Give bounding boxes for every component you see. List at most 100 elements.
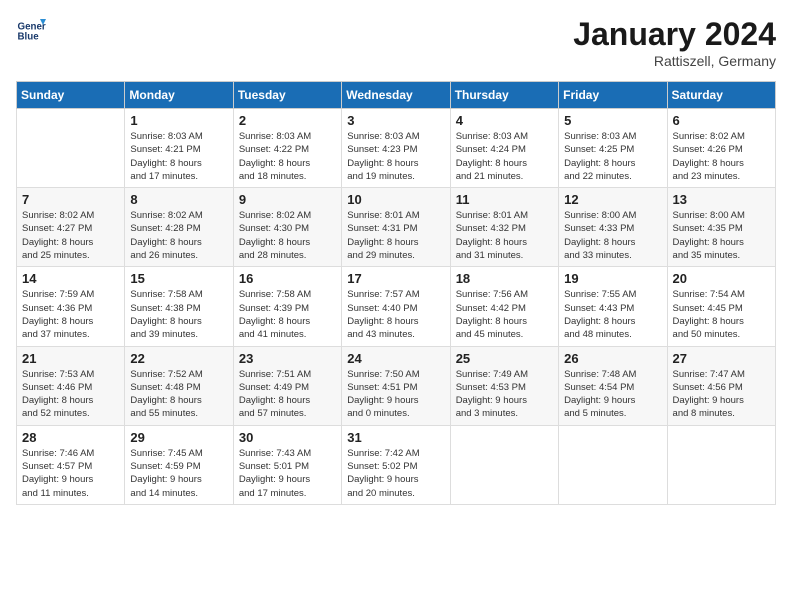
calendar-table: Sunday Monday Tuesday Wednesday Thursday… bbox=[16, 81, 776, 505]
day-info: Sunrise: 7:58 AMSunset: 4:39 PMDaylight:… bbox=[239, 288, 336, 341]
calendar-cell: 17Sunrise: 7:57 AMSunset: 4:40 PMDayligh… bbox=[342, 267, 450, 346]
day-number: 18 bbox=[456, 271, 553, 286]
day-info: Sunrise: 7:51 AMSunset: 4:49 PMDaylight:… bbox=[239, 368, 336, 421]
calendar-cell: 25Sunrise: 7:49 AMSunset: 4:53 PMDayligh… bbox=[450, 346, 558, 425]
day-number: 29 bbox=[130, 430, 227, 445]
day-info: Sunrise: 7:49 AMSunset: 4:53 PMDaylight:… bbox=[456, 368, 553, 421]
calendar-cell: 29 Sunrise: 7:45 AMSunset: 4:59 PMDayligh… bbox=[125, 425, 233, 504]
header-friday: Friday bbox=[559, 82, 667, 109]
day-info: Sunrise: 7:52 AMSunset: 4:48 PMDaylight:… bbox=[130, 368, 227, 421]
day-number: 6 bbox=[673, 113, 770, 128]
day-number: 4 bbox=[456, 113, 553, 128]
calendar-cell: 13 Sunrise: 8:00 AMSunset: 4:35 PMDayligh… bbox=[667, 188, 775, 267]
day-info: Sunrise: 8:03 AMSunset: 4:22 PMDaylight:… bbox=[239, 130, 336, 183]
day-number: 28 bbox=[22, 430, 119, 445]
calendar-cell: 31 Sunrise: 7:42 AMSunset: 5:02 PMDayligh… bbox=[342, 425, 450, 504]
day-info: Sunrise: 7:47 AMSunset: 4:56 PMDaylight:… bbox=[673, 368, 770, 421]
day-number: 11 bbox=[456, 192, 553, 207]
calendar-cell: 26 Sunrise: 7:48 AMSunset: 4:54 PMDayligh… bbox=[559, 346, 667, 425]
day-number: 21 bbox=[22, 351, 119, 366]
page-header: General Blue General Blue January 2024 R… bbox=[16, 16, 776, 69]
calendar-cell: 19Sunrise: 7:55 AMSunset: 4:43 PMDayligh… bbox=[559, 267, 667, 346]
day-number: 1 bbox=[130, 113, 227, 128]
day-info: Sunrise: 7:59 AMSunset: 4:36 PMDaylight:… bbox=[22, 288, 119, 341]
calendar-cell: 10 Sunrise: 8:01 AMSunset: 4:31 PMDayligh… bbox=[342, 188, 450, 267]
day-number: 22 bbox=[130, 351, 227, 366]
calendar-cell: 20Sunrise: 7:54 AMSunset: 4:45 PMDayligh… bbox=[667, 267, 775, 346]
day-info: Sunrise: 8:03 AMSunset: 4:25 PMDaylight:… bbox=[564, 130, 661, 183]
day-number: 14 bbox=[22, 271, 119, 286]
calendar-cell: 28 Sunrise: 7:46 AMSunset: 4:57 PMDayligh… bbox=[17, 425, 125, 504]
day-info: Sunrise: 7:46 AMSunset: 4:57 PMDaylight:… bbox=[22, 447, 119, 500]
calendar-cell: 30 Sunrise: 7:43 AMSunset: 5:01 PMDayligh… bbox=[233, 425, 341, 504]
day-info: Sunrise: 7:45 AMSunset: 4:59 PMDaylight:… bbox=[130, 447, 227, 500]
calendar-cell: 9 Sunrise: 8:02 AMSunset: 4:30 PMDaylight… bbox=[233, 188, 341, 267]
calendar-cell: 15 Sunrise: 7:58 AMSunset: 4:38 PMDayligh… bbox=[125, 267, 233, 346]
day-info: Sunrise: 7:48 AMSunset: 4:54 PMDaylight:… bbox=[564, 368, 661, 421]
logo: General Blue General Blue bbox=[16, 16, 46, 46]
header-sunday: Sunday bbox=[17, 82, 125, 109]
day-info: Sunrise: 8:02 AMSunset: 4:27 PMDaylight:… bbox=[22, 209, 119, 262]
calendar-cell bbox=[559, 425, 667, 504]
day-number: 31 bbox=[347, 430, 444, 445]
calendar-cell bbox=[667, 425, 775, 504]
day-number: 24 bbox=[347, 351, 444, 366]
location-title: Rattiszell, Germany bbox=[573, 53, 776, 69]
header-saturday: Saturday bbox=[667, 82, 775, 109]
calendar-cell: 22 Sunrise: 7:52 AMSunset: 4:48 PMDayligh… bbox=[125, 346, 233, 425]
day-info: Sunrise: 7:42 AMSunset: 5:02 PMDaylight:… bbox=[347, 447, 444, 500]
calendar-cell: 5Sunrise: 8:03 AMSunset: 4:25 PMDaylight… bbox=[559, 109, 667, 188]
calendar-cell: 23Sunrise: 7:51 AMSunset: 4:49 PMDayligh… bbox=[233, 346, 341, 425]
logo-icon: General Blue bbox=[16, 16, 46, 46]
day-number: 26 bbox=[564, 351, 661, 366]
header-thursday: Thursday bbox=[450, 82, 558, 109]
calendar-cell: 1 Sunrise: 8:03 AMSunset: 4:21 PMDaylight… bbox=[125, 109, 233, 188]
day-number: 10 bbox=[347, 192, 444, 207]
calendar-cell: 12 Sunrise: 8:00 AMSunset: 4:33 PMDayligh… bbox=[559, 188, 667, 267]
day-number: 15 bbox=[130, 271, 227, 286]
day-info: Sunrise: 8:01 AMSunset: 4:31 PMDaylight:… bbox=[347, 209, 444, 262]
calendar-cell: 18Sunrise: 7:56 AMSunset: 4:42 PMDayligh… bbox=[450, 267, 558, 346]
calendar-cell: 27 Sunrise: 7:47 AMSunset: 4:56 PMDayligh… bbox=[667, 346, 775, 425]
weekday-header-row: Sunday Monday Tuesday Wednesday Thursday… bbox=[17, 82, 776, 109]
day-info: Sunrise: 7:58 AMSunset: 4:38 PMDaylight:… bbox=[130, 288, 227, 341]
svg-text:Blue: Blue bbox=[18, 31, 40, 42]
calendar-cell: 8 Sunrise: 8:02 AMSunset: 4:28 PMDaylight… bbox=[125, 188, 233, 267]
header-wednesday: Wednesday bbox=[342, 82, 450, 109]
day-info: Sunrise: 8:02 AMSunset: 4:28 PMDaylight:… bbox=[130, 209, 227, 262]
calendar-week-row: 1 Sunrise: 8:03 AMSunset: 4:21 PMDaylight… bbox=[17, 109, 776, 188]
calendar-cell: 16Sunrise: 7:58 AMSunset: 4:39 PMDayligh… bbox=[233, 267, 341, 346]
day-number: 9 bbox=[239, 192, 336, 207]
day-info: Sunrise: 8:00 AMSunset: 4:33 PMDaylight:… bbox=[564, 209, 661, 262]
calendar-cell: 7 Sunrise: 8:02 AMSunset: 4:27 PMDaylight… bbox=[17, 188, 125, 267]
day-number: 2 bbox=[239, 113, 336, 128]
calendar-cell: 24 Sunrise: 7:50 AMSunset: 4:51 PMDayligh… bbox=[342, 346, 450, 425]
calendar-cell: 6 Sunrise: 8:02 AMSunset: 4:26 PMDaylight… bbox=[667, 109, 775, 188]
calendar-week-row: 28 Sunrise: 7:46 AMSunset: 4:57 PMDayligh… bbox=[17, 425, 776, 504]
calendar-cell: 2 Sunrise: 8:03 AMSunset: 4:22 PMDaylight… bbox=[233, 109, 341, 188]
day-number: 12 bbox=[564, 192, 661, 207]
day-info: Sunrise: 8:02 AMSunset: 4:30 PMDaylight:… bbox=[239, 209, 336, 262]
day-number: 30 bbox=[239, 430, 336, 445]
day-info: Sunrise: 7:50 AMSunset: 4:51 PMDaylight:… bbox=[347, 368, 444, 421]
calendar-week-row: 21Sunrise: 7:53 AMSunset: 4:46 PMDayligh… bbox=[17, 346, 776, 425]
day-number: 27 bbox=[673, 351, 770, 366]
day-number: 7 bbox=[22, 192, 119, 207]
calendar-cell: 14 Sunrise: 7:59 AMSunset: 4:36 PMDayligh… bbox=[17, 267, 125, 346]
day-number: 19 bbox=[564, 271, 661, 286]
title-block: January 2024 Rattiszell, Germany bbox=[573, 16, 776, 69]
day-info: Sunrise: 7:43 AMSunset: 5:01 PMDaylight:… bbox=[239, 447, 336, 500]
day-number: 3 bbox=[347, 113, 444, 128]
calendar-cell: 11 Sunrise: 8:01 AMSunset: 4:32 PMDayligh… bbox=[450, 188, 558, 267]
calendar-cell: 3Sunrise: 8:03 AMSunset: 4:23 PMDaylight… bbox=[342, 109, 450, 188]
day-info: Sunrise: 8:01 AMSunset: 4:32 PMDaylight:… bbox=[456, 209, 553, 262]
day-info: Sunrise: 8:00 AMSunset: 4:35 PMDaylight:… bbox=[673, 209, 770, 262]
day-number: 13 bbox=[673, 192, 770, 207]
calendar-cell bbox=[450, 425, 558, 504]
day-info: Sunrise: 8:03 AMSunset: 4:21 PMDaylight:… bbox=[130, 130, 227, 183]
calendar-week-row: 7 Sunrise: 8:02 AMSunset: 4:27 PMDaylight… bbox=[17, 188, 776, 267]
header-tuesday: Tuesday bbox=[233, 82, 341, 109]
day-info: Sunrise: 8:02 AMSunset: 4:26 PMDaylight:… bbox=[673, 130, 770, 183]
day-number: 8 bbox=[130, 192, 227, 207]
day-info: Sunrise: 8:03 AMSunset: 4:24 PMDaylight:… bbox=[456, 130, 553, 183]
